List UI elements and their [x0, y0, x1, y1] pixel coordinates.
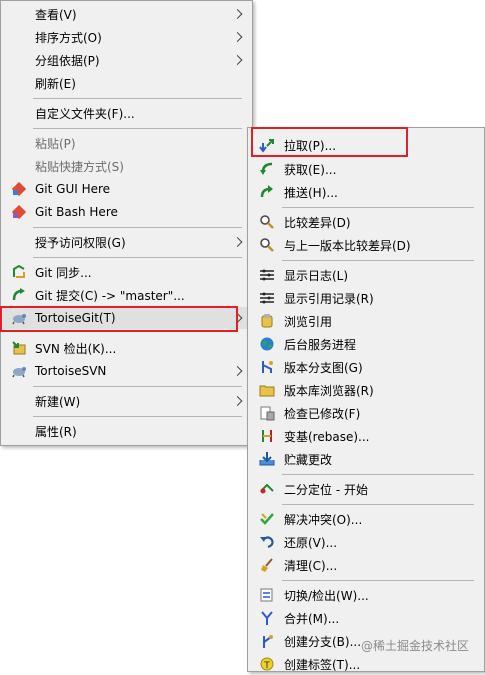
- menu-item-svn-checkout[interactable]: SVN 检出(K)...: [3, 337, 250, 359]
- submenu-item-show-reflog[interactable]: 显示引用记录(R): [250, 287, 482, 309]
- watermark: @稀土掘金技术社区: [360, 639, 469, 653]
- submenu-item-show-log[interactable]: 显示日志(L): [250, 264, 482, 286]
- menu-separator: [33, 257, 242, 258]
- submenu-item-push[interactable]: 推送(H)...: [250, 181, 482, 203]
- submenu-item-stash[interactable]: 贮藏更改: [250, 448, 482, 470]
- broom-icon: [259, 557, 275, 573]
- highlight-box-tortoisegit: [0, 306, 238, 332]
- submenu-item-switch-checkout[interactable]: 切换/检出(W)...: [250, 584, 482, 606]
- menu-item-git-gui-here[interactable]: Git GUI Here: [3, 178, 250, 200]
- menu-item-paste: 粘贴(P): [35, 136, 76, 151]
- submenu-item-repo-browser[interactable]: 版本库浏览器(R): [250, 379, 482, 401]
- submenu-item-rebase[interactable]: 变基(rebase)...: [250, 425, 482, 447]
- stash-icon: [259, 451, 275, 467]
- globe-icon: [259, 336, 275, 352]
- menu-separator: [33, 128, 242, 129]
- submenu-item-diff[interactable]: 比较差异(D): [250, 211, 482, 233]
- submenu-arrow-icon: [232, 32, 243, 42]
- log-icon: [259, 267, 275, 283]
- bisect-icon: [259, 481, 275, 497]
- menu-item-group-by[interactable]: 分组依据(P): [3, 49, 250, 71]
- magnifier-diff-prev-icon: [259, 237, 275, 253]
- git-gui-icon: [11, 181, 27, 197]
- reflog-icon: [259, 290, 275, 306]
- menu-item-refresh[interactable]: 刷新(E): [3, 72, 250, 94]
- git-commit-icon: [11, 287, 27, 303]
- highlight-box-pull: [251, 127, 408, 157]
- menu-item-paste-shortcut: 粘贴快捷方式(S): [35, 159, 124, 174]
- menu-item-git-commit[interactable]: Git 提交(C) -> "master"...: [3, 284, 250, 306]
- menu-separator: [33, 386, 242, 387]
- submenu-arrow-icon: [232, 55, 243, 65]
- fetch-icon: [259, 161, 275, 177]
- menu-item-sort-by[interactable]: 排序方式(O): [3, 26, 250, 48]
- check-modifications-icon: [259, 405, 275, 421]
- svn-checkout-icon: [11, 340, 27, 356]
- git-sync-icon: [11, 264, 27, 280]
- revert-icon: [259, 534, 275, 550]
- submenu-item-fetch[interactable]: 获取(E)...: [250, 158, 482, 180]
- submenu-item-daemon[interactable]: 后台服务进程: [250, 333, 482, 355]
- menu-item-git-bash-here[interactable]: Git Bash Here: [3, 201, 250, 223]
- switch-icon: [259, 587, 275, 603]
- menu-item-git-sync[interactable]: Git 同步...: [3, 261, 250, 283]
- explorer-context-menu: 查看(V) 排序方式(O) 分组依据(P) 刷新(E) 自定义文件夹(F)...…: [0, 0, 253, 446]
- submenu-item-cleanup[interactable]: 清理(C)...: [250, 554, 482, 576]
- menu-item-tortoisesvn[interactable]: TortoiseSVN: [3, 360, 250, 382]
- tortoisesvn-icon: [11, 363, 27, 379]
- submenu-item-check-modifications[interactable]: 检查已修改(F): [250, 402, 482, 424]
- svg-text:T: T: [263, 661, 270, 671]
- submenu-item-diff-previous[interactable]: 与上一版本比较差异(D): [250, 234, 482, 256]
- browse-references-icon: [259, 313, 275, 329]
- push-icon: [259, 184, 275, 200]
- menu-separator: [282, 504, 474, 505]
- menu-item-new[interactable]: 新建(W): [3, 390, 250, 412]
- submenu-item-revision-graph[interactable]: 版本分支图(G): [250, 356, 482, 378]
- menu-separator: [282, 207, 474, 208]
- tag-icon: T: [259, 656, 275, 672]
- magnifier-diff-icon: [259, 214, 275, 230]
- create-branch-icon: [259, 633, 275, 649]
- repo-browser-icon: [259, 382, 275, 398]
- submenu-arrow-icon: [232, 366, 243, 376]
- rebase-icon: [259, 428, 275, 444]
- submenu-item-merge[interactable]: 合并(M)...: [250, 607, 482, 629]
- menu-separator: [33, 98, 242, 99]
- submenu-arrow-icon: [232, 396, 243, 406]
- menu-separator: [33, 227, 242, 228]
- submenu-arrow-icon: [232, 9, 243, 19]
- menu-item-properties[interactable]: 属性(R): [3, 420, 250, 442]
- menu-separator: [33, 416, 242, 417]
- tortoisegit-submenu: 拉取(P)... 获取(E)... 推送(H)... 比较差异(D) 与上一版本…: [247, 127, 485, 672]
- merge-icon: [259, 610, 275, 626]
- submenu-item-revert[interactable]: 还原(V)...: [250, 531, 482, 553]
- git-bash-icon: [11, 204, 27, 220]
- resolve-icon: [259, 511, 275, 527]
- submenu-item-resolve[interactable]: 解决冲突(O)...: [250, 508, 482, 530]
- menu-item-give-access[interactable]: 授予访问权限(G): [3, 231, 250, 253]
- menu-separator: [282, 474, 474, 475]
- submenu-arrow-icon: [232, 237, 243, 247]
- menu-item-customize-folder[interactable]: 自定义文件夹(F)...: [3, 102, 250, 124]
- menu-separator: [282, 260, 474, 261]
- revision-graph-icon: [259, 359, 275, 375]
- submenu-item-bisect-start[interactable]: 二分定位 - 开始: [250, 478, 482, 500]
- menu-item-view[interactable]: 查看(V): [3, 3, 250, 25]
- menu-separator: [282, 580, 474, 581]
- submenu-item-create-tag[interactable]: T 创建标签(T)...: [250, 653, 482, 675]
- submenu-item-browse-references[interactable]: 浏览引用: [250, 310, 482, 332]
